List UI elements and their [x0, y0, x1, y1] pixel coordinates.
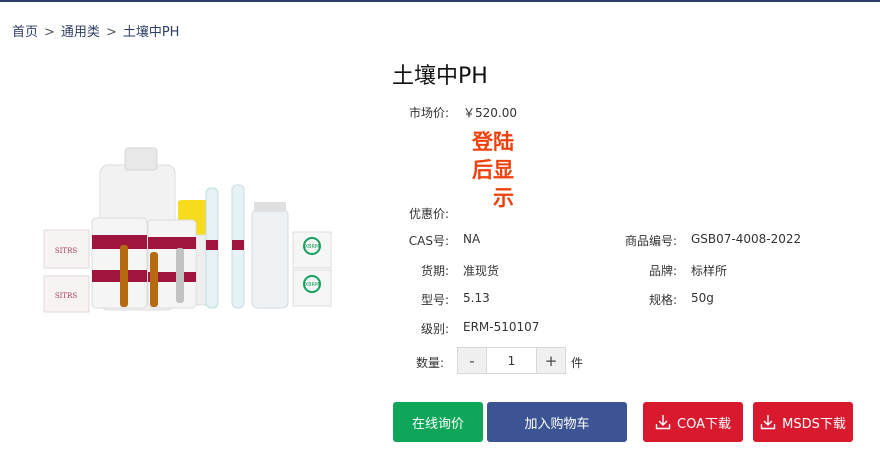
login-to-see-price-notice: 登陆后显示 — [472, 130, 514, 210]
top-border — [0, 0, 880, 2]
discount-price-label: 优惠价: — [408, 207, 449, 221]
brand-value: 标样所 — [691, 264, 728, 278]
spec-value: 50g — [691, 291, 714, 305]
product-number-label: 商品编号: — [624, 234, 677, 248]
model-value: 5.13 — [463, 291, 490, 305]
breadcrumb-separator: > — [105, 25, 117, 40]
product-title: 土壤中PH — [392, 64, 488, 89]
online-inquiry-label: 在线询价 — [411, 416, 464, 432]
spec-label: 规格: — [648, 293, 677, 307]
quantity-increase-button[interactable]: + — [537, 348, 565, 373]
breadcrumb-home[interactable]: 首页 — [12, 25, 38, 40]
delivery-value: 准现货 — [463, 264, 500, 278]
breadcrumb-category[interactable]: 通用类 — [61, 25, 100, 40]
box-brand-label: SITRS — [55, 247, 78, 255]
add-to-cart-label: 加入购物车 — [524, 416, 590, 432]
quantity-input[interactable] — [486, 348, 537, 373]
delivery-label: 货期: — [420, 264, 449, 278]
msds-download-button[interactable]: MSDS下载 — [753, 402, 853, 442]
quantity-decrease-button[interactable]: - — [458, 348, 486, 373]
cas-value: NA — [463, 232, 481, 246]
add-to-cart-button[interactable]: 加入购物车 — [487, 402, 627, 442]
download-icon — [760, 415, 776, 430]
coa-download-button[interactable]: COA下载 — [643, 402, 743, 442]
breadcrumb: 首页 > 通用类 > 土壤中PH — [12, 21, 179, 40]
breadcrumb-separator: > — [44, 25, 55, 40]
brand-label: 品牌: — [648, 264, 677, 278]
box-brand-label: XBRM — [305, 244, 320, 250]
cas-label: CAS号: — [408, 234, 449, 248]
msds-download-label: MSDS下载 — [782, 416, 846, 432]
box-brand-label: SITRS — [55, 292, 78, 300]
grade-value: ERM-510107 — [463, 320, 540, 334]
coa-download-label: COA下载 — [677, 416, 731, 432]
quantity-unit: 件 — [571, 356, 584, 370]
box-brand-label: XBRM — [305, 282, 320, 288]
breadcrumb-current: 土壤中PH — [122, 25, 180, 40]
grade-label: 级别: — [420, 322, 449, 336]
model-label: 型号: — [420, 293, 449, 307]
quantity-stepper: - + — [457, 347, 566, 374]
product-image: SITRS SITRS XBRM XBRM — [43, 147, 332, 313]
market-price-value: ￥520.00 — [463, 106, 517, 120]
online-inquiry-button[interactable]: 在线询价 — [393, 402, 483, 442]
market-price-label: 市场价: — [408, 106, 449, 120]
download-icon — [655, 415, 671, 430]
product-number-value: GSB07-4008-2022 — [691, 232, 802, 246]
quantity-label: 数量: — [415, 356, 444, 370]
